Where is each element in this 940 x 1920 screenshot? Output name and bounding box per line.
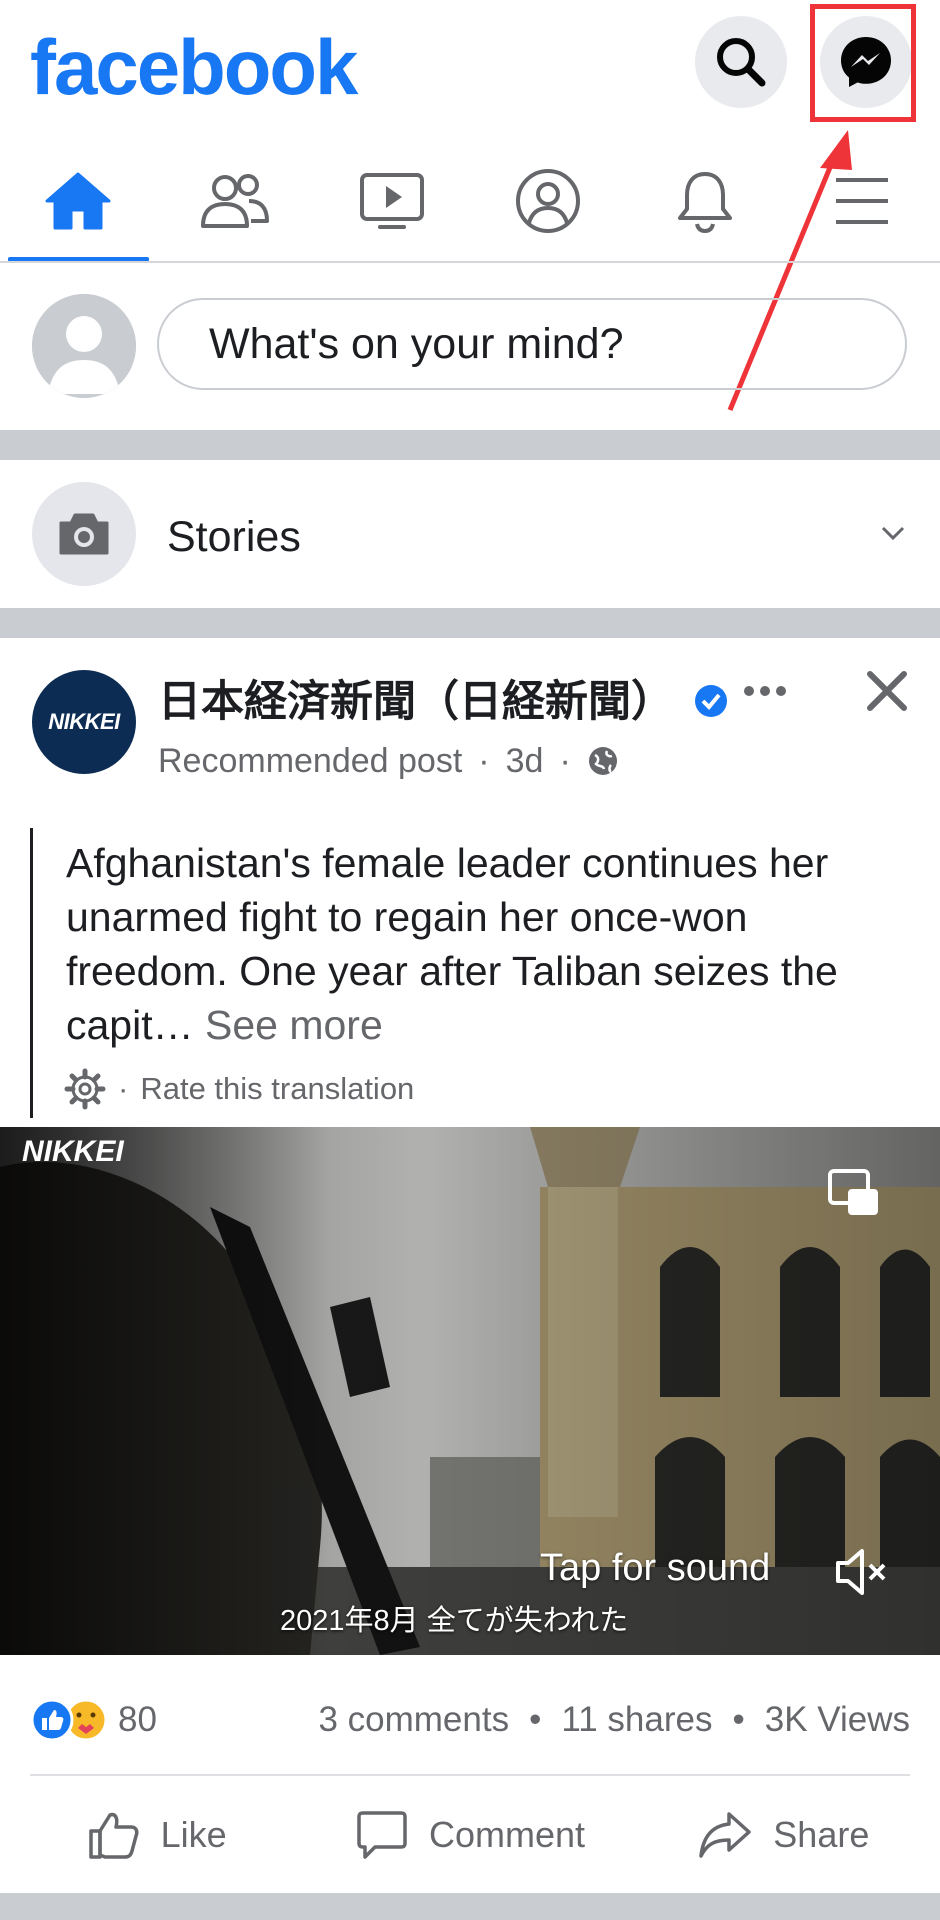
comment-icon	[357, 1811, 407, 1859]
translation-dot: ·	[118, 1071, 129, 1106]
stats-bullet: •	[732, 1700, 745, 1739]
search-button[interactable]	[695, 16, 787, 108]
recommended-post-label: Recommended post	[158, 742, 463, 780]
video-frame-image	[0, 1127, 940, 1655]
video-watermark: NIKKEI	[22, 1135, 124, 1168]
picture-in-picture-icon[interactable]	[826, 1167, 882, 1219]
stories-label[interactable]: Stories	[167, 512, 301, 562]
watch-icon	[359, 173, 424, 229]
bell-icon	[678, 172, 733, 234]
post-video[interactable]: NIKKEI Tap for sound 2021年8月 全てが失われた	[0, 1127, 940, 1655]
post-text-body: Afghanistan's female leader continues he…	[66, 840, 838, 1048]
facebook-logo[interactable]: facebook	[30, 22, 358, 112]
share-button[interactable]: Share	[627, 1790, 940, 1880]
post-text: Afghanistan's female leader continues he…	[66, 836, 886, 1052]
section-separator	[0, 608, 940, 638]
page-avatar[interactable]: NIKKEI	[32, 670, 136, 774]
user-avatar[interactable]	[32, 294, 136, 398]
section-separator	[0, 1893, 940, 1920]
tab-home[interactable]	[0, 140, 157, 262]
globe-icon	[588, 747, 617, 775]
rate-translation[interactable]: · Rate this translation	[64, 1068, 414, 1110]
gear-icon	[64, 1068, 106, 1110]
tab-friends[interactable]	[157, 140, 314, 262]
tab-profile[interactable]	[470, 140, 627, 262]
like-label: Like	[160, 1814, 227, 1855]
camera-icon	[59, 513, 109, 555]
chevron-down-icon[interactable]	[880, 524, 906, 542]
post-actions: Like Comment Share	[0, 1790, 940, 1880]
nav-divider	[0, 261, 940, 263]
section-separator	[0, 430, 940, 460]
tab-watch[interactable]	[313, 140, 470, 262]
tab-notifications[interactable]	[627, 140, 784, 262]
page-name[interactable]: 日本経済新聞（日経新聞）	[158, 676, 728, 728]
see-more-link[interactable]: See more	[205, 1002, 383, 1048]
actions-divider	[30, 1774, 910, 1776]
views-count: 3K Views	[764, 1700, 910, 1739]
reaction-count[interactable]: 80	[118, 1700, 157, 1740]
muted-speaker-icon[interactable]	[834, 1547, 888, 1597]
video-subtitle: 2021年8月 全てが失われた	[280, 1605, 629, 1637]
rate-translation-label: Rate this translation	[140, 1071, 415, 1106]
verified-badge-icon	[694, 685, 727, 717]
default-avatar-icon	[32, 294, 136, 398]
tab-menu[interactable]	[783, 140, 940, 262]
annotation-highlight-box	[810, 4, 916, 122]
post-time[interactable]: 3d	[506, 740, 544, 782]
comment-button[interactable]: Comment	[313, 1790, 626, 1880]
post-meta: Recommended post · 3d ·	[158, 740, 619, 782]
close-icon[interactable]	[866, 670, 908, 712]
friends-icon	[201, 174, 269, 228]
home-icon	[45, 172, 111, 230]
like-reaction-icon	[30, 1698, 74, 1742]
profile-icon	[516, 169, 581, 233]
thumbs-up-icon	[88, 1812, 139, 1859]
meta-separator: ·	[478, 742, 490, 780]
post-stats: 80 3 comments • 11 shares • 3K Views	[30, 1690, 910, 1750]
comment-label: Comment	[428, 1814, 586, 1855]
whats-on-your-mind-input[interactable]: What's on your mind?	[157, 298, 907, 390]
share-label: Share	[773, 1814, 870, 1855]
more-options-icon[interactable]	[742, 684, 788, 698]
menu-icon	[835, 178, 888, 224]
stats-bullet: •	[529, 1700, 542, 1739]
search-icon	[717, 38, 766, 87]
page-name-text: 日本経済新聞（日経新聞）	[158, 678, 674, 726]
quote-bar	[30, 828, 33, 1118]
comments-count[interactable]: 3 comments	[318, 1700, 509, 1740]
shares-count[interactable]: 11 shares	[561, 1700, 712, 1740]
share-icon	[699, 1812, 752, 1858]
like-button[interactable]: Like	[0, 1790, 313, 1880]
stories-camera-button[interactable]	[32, 482, 136, 586]
main-nav-bar	[0, 140, 940, 262]
meta-separator: ·	[559, 742, 571, 780]
tap-for-sound-label[interactable]: Tap for sound	[540, 1547, 770, 1590]
